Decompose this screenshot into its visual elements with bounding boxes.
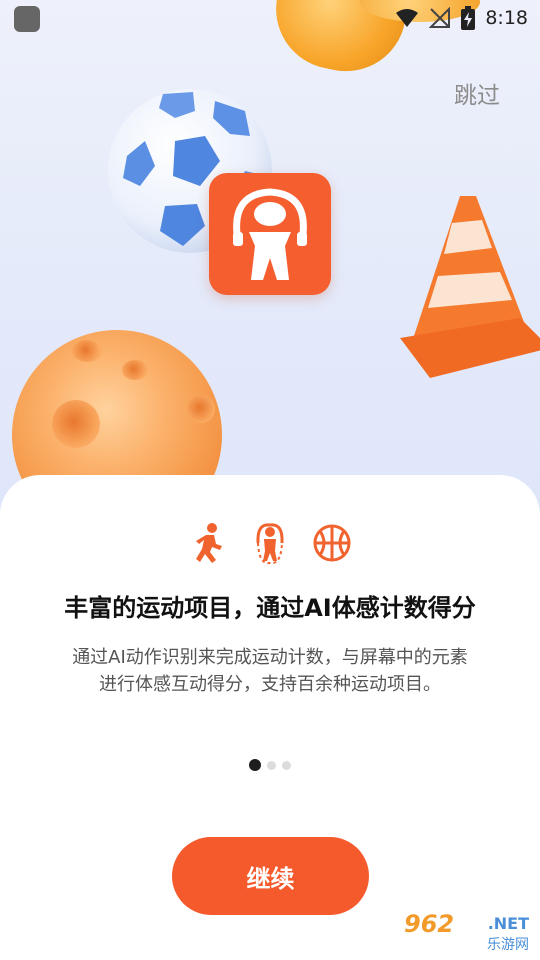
signal-off-icon [429,7,451,28]
skip-button[interactable]: 跳过 [454,76,500,110]
onboarding-headline: 丰富的运动项目，通过AI体感计数得分 [64,594,476,622]
continue-button[interactable]: 继续 [172,837,369,915]
watermark-logo: 962 .NET 乐游网 [400,908,535,956]
watermark-sub: .NET [487,914,529,933]
watermark-main: 962 [404,910,455,938]
page-indicator [0,759,540,771]
page-dot-3[interactable] [282,760,291,770]
watermark-sub2: 乐游网 [487,937,529,953]
onboarding-description: 通过AI动作识别来完成运动计数，与屏幕中的元素 进行体感互动得分，支持百余种运动… [30,644,510,698]
wifi-icon [396,9,419,27]
battery-charging-icon [461,6,476,30]
traffic-cone-decoration [400,196,540,378]
status-time: 8:18 [485,7,528,29]
feature-icons [0,520,540,566]
app-logo [209,173,331,295]
jump-rope-icon [248,520,292,566]
jump-rope-person-icon [233,188,307,280]
description-line-1: 通过AI动作识别来完成运动计数，与屏幕中的元素 [72,647,468,668]
running-icon [186,520,230,566]
basketball-icon [310,520,354,566]
app-status-icon [14,6,40,32]
page-dot-2[interactable] [267,760,276,770]
status-bar: 8:18 [0,0,540,36]
page-dot-1[interactable] [249,759,261,771]
description-line-2: 进行体感互动得分，支持百余种运动项目。 [99,674,441,695]
